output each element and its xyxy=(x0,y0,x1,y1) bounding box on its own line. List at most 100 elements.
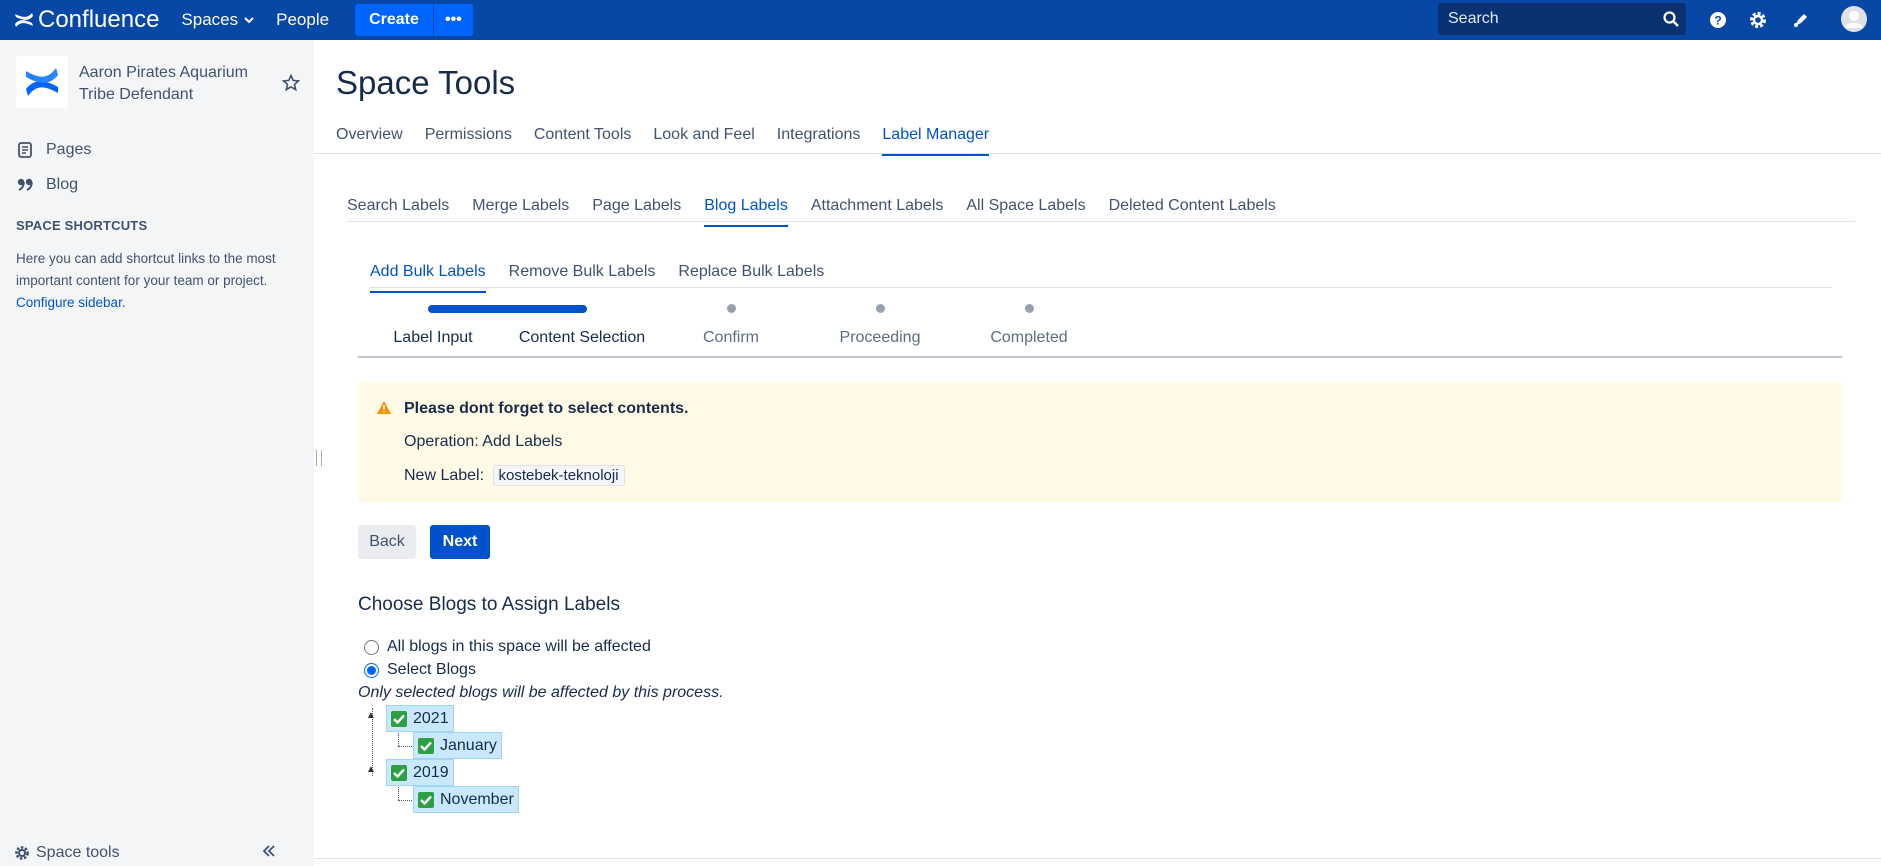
checkmark-icon[interactable] xyxy=(391,764,407,781)
bulktabs-divider xyxy=(370,287,1832,288)
radio-select-blogs[interactable]: Select Blogs xyxy=(364,661,476,679)
search-input[interactable] xyxy=(1438,10,1655,28)
step-content-selection: Content Selection xyxy=(518,329,646,346)
checkmark-icon[interactable] xyxy=(418,791,434,808)
search-icon[interactable] xyxy=(1655,11,1686,27)
sidebar-resize-handle[interactable] xyxy=(316,450,322,466)
subtab-all-space-labels[interactable]: All Space Labels xyxy=(966,197,1085,227)
confluence-logo-icon xyxy=(15,13,33,27)
sidebar: Aaron Pirates Aquarium Tribe Defendant P… xyxy=(0,40,322,866)
tree-node-label: 2019 xyxy=(413,763,449,781)
space-logo[interactable] xyxy=(16,56,68,108)
sidebar-item-pages[interactable]: Pages xyxy=(16,141,91,159)
main-tabs: Overview Permissions Content Tools Look … xyxy=(336,126,990,156)
operation-text: Operation: Add Labels xyxy=(404,433,563,450)
tab-look-and-feel[interactable]: Look and Feel xyxy=(653,126,754,156)
tree-node-2021[interactable]: 2021 xyxy=(386,705,454,732)
spaces-menu[interactable]: Spaces xyxy=(181,10,254,30)
next-button[interactable]: Next xyxy=(430,525,490,559)
step-label-input: Label Input xyxy=(393,329,473,346)
subtab-deleted-content-labels[interactable]: Deleted Content Labels xyxy=(1109,197,1276,227)
warning-title: Please dont forget to select contents. xyxy=(404,400,689,417)
radio-select-blogs-input[interactable] xyxy=(364,662,379,678)
subtab-page-labels[interactable]: Page Labels xyxy=(592,197,681,227)
footer-divider xyxy=(314,858,1881,859)
sidebar-item-blog[interactable]: Blog xyxy=(16,176,78,194)
shortcuts-description: Here you can add shortcut links to the m… xyxy=(16,251,276,288)
space-tools-button[interactable]: Space tools xyxy=(14,844,120,862)
step-dot-completed xyxy=(1025,304,1034,313)
tree-node-january[interactable]: January xyxy=(413,732,502,759)
notifications-icon[interactable] xyxy=(1789,8,1813,32)
sidebar-item-label: Blog xyxy=(46,176,79,193)
tab-content-tools[interactable]: Content Tools xyxy=(534,126,632,156)
confluence-space-icon xyxy=(26,68,58,96)
quote-icon xyxy=(16,178,34,192)
subtab-blog-labels[interactable]: Blog Labels xyxy=(704,197,788,227)
people-link[interactable]: People xyxy=(276,10,329,30)
progress-bar-fill xyxy=(428,305,587,313)
people-label: People xyxy=(276,10,330,29)
configure-sidebar-link[interactable]: Configure sidebar xyxy=(16,295,122,310)
collapse-sidebar-icon[interactable] xyxy=(262,844,276,863)
label-subtabs: Search Labels Merge Labels Page Labels B… xyxy=(347,197,1276,227)
space-shortcuts-title: SPACE SHORTCUTS xyxy=(16,218,148,233)
tab-label-manager[interactable]: Label Manager xyxy=(882,126,990,156)
radio-all-blogs-input[interactable] xyxy=(364,639,379,655)
star-icon[interactable] xyxy=(281,73,301,97)
radio-all-blogs-label: All blogs in this space will be affected xyxy=(387,638,651,655)
subtab-merge-labels[interactable]: Merge Labels xyxy=(472,197,569,227)
tree-node-label: January xyxy=(440,736,497,754)
new-label-row: New Label: kostebek-teknoloji xyxy=(404,465,625,486)
step-dot-proceeding xyxy=(876,304,885,313)
gear-icon xyxy=(14,845,30,861)
tree-node-november[interactable]: November xyxy=(413,786,519,813)
tree-node-label: 2021 xyxy=(413,709,449,727)
bulk-tabs: Add Bulk Labels Remove Bulk Labels Repla… xyxy=(370,263,824,293)
main-tabs-divider xyxy=(314,153,1881,154)
checkmark-icon[interactable] xyxy=(391,710,407,727)
bulktab-remove[interactable]: Remove Bulk Labels xyxy=(509,263,656,293)
brand-name: Confluence xyxy=(38,6,160,33)
page-title: Space Tools xyxy=(336,64,516,101)
radio-select-blogs-label: Select Blogs xyxy=(387,661,476,678)
subtabs-divider xyxy=(347,221,1855,222)
tree-toggle-2021[interactable]: ▲ xyxy=(366,710,376,721)
help-icon[interactable]: ? xyxy=(1706,8,1730,32)
settings-gear-icon[interactable] xyxy=(1746,8,1770,32)
bulktab-add[interactable]: Add Bulk Labels xyxy=(370,263,486,293)
step-confirm: Confirm xyxy=(702,329,760,346)
section-title: Choose Blogs to Assign Labels xyxy=(358,594,620,615)
back-button[interactable]: Back xyxy=(358,525,416,559)
space-shortcuts-text: Here you can add shortcut links to the m… xyxy=(16,248,286,314)
create-button[interactable]: Create xyxy=(355,4,433,36)
subtab-attachment-labels[interactable]: Attachment Labels xyxy=(811,197,944,227)
new-label-lozenge: kostebek-teknoloji xyxy=(492,465,625,486)
selection-note: Only selected blogs will be affected by … xyxy=(358,684,724,701)
tab-overview[interactable]: Overview xyxy=(336,126,403,156)
bulktab-replace[interactable]: Replace Bulk Labels xyxy=(678,263,824,293)
checkmark-icon[interactable] xyxy=(418,737,434,754)
tree-connector xyxy=(398,730,399,746)
chevron-down-icon xyxy=(244,16,254,23)
spaces-label: Spaces xyxy=(181,10,239,29)
tree-node-2019[interactable]: 2019 xyxy=(386,759,454,786)
create-more-button[interactable]: ••• xyxy=(432,4,473,36)
tab-permissions[interactable]: Permissions xyxy=(425,126,512,156)
period: . xyxy=(121,295,126,310)
user-avatar[interactable] xyxy=(1840,5,1868,33)
radio-all-blogs[interactable]: All blogs in this space will be affected xyxy=(364,638,651,656)
step-dot-confirm xyxy=(727,304,736,313)
tree-connector xyxy=(398,800,412,801)
step-proceeding: Proceeding xyxy=(839,329,921,346)
warning-message: Please dont forget to select contents. O… xyxy=(358,382,1842,502)
confluence-logo[interactable]: Confluence xyxy=(14,6,159,34)
sidebar-item-label: Pages xyxy=(46,141,92,158)
space-name[interactable]: Aaron Pirates Aquarium Tribe Defendant xyxy=(79,62,264,106)
page-icon xyxy=(16,142,34,158)
steps-divider xyxy=(358,356,1842,358)
tree-toggle-2019[interactable]: ▲ xyxy=(366,764,376,775)
warning-icon xyxy=(376,400,392,420)
subtab-search-labels[interactable]: Search Labels xyxy=(347,197,449,227)
tab-integrations[interactable]: Integrations xyxy=(777,126,861,156)
